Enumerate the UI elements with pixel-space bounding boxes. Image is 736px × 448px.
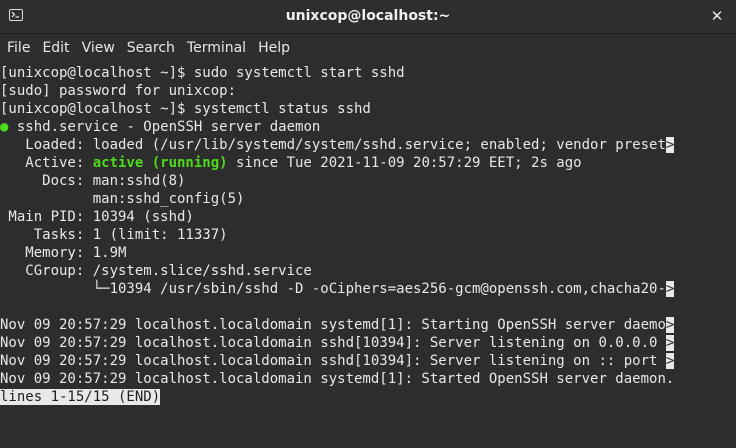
terminal-line: ● sshd.service - OpenSSH server daemon xyxy=(0,118,720,136)
menu-view[interactable]: View xyxy=(76,34,121,63)
menu-search[interactable]: Search xyxy=(121,34,181,63)
truncation-marker: > xyxy=(665,353,675,369)
line-text: Main PID: 10394 (sshd) xyxy=(0,209,194,225)
terminal-line: Tasks: 1 (limit: 11337) xyxy=(0,226,720,244)
line-text: since Tue 2021-11-09 20:57:29 EET; 2s ag… xyxy=(227,155,582,171)
line-prefix: Active: xyxy=(0,155,93,171)
terminal-line: Nov 09 20:57:29 localhost.localdomain ss… xyxy=(0,352,720,370)
line-text: [unixcop@localhost ~]$ systemctl status … xyxy=(0,101,371,117)
truncation-marker: > xyxy=(665,335,675,351)
terminal-line: Docs: man:sshd(8) xyxy=(0,172,720,190)
terminal-line: [sudo] password for unixcop: xyxy=(0,82,720,100)
line-text: sshd.service - OpenSSH server daemon xyxy=(8,119,321,135)
pager-status: lines 1-15/15 (END) xyxy=(0,389,161,405)
terminal-line: Nov 09 20:57:29 localhost.localdomain sy… xyxy=(0,316,720,334)
terminal-line: [unixcop@localhost ~]$ sudo systemctl st… xyxy=(0,64,720,82)
menu-terminal[interactable]: Terminal xyxy=(181,34,252,63)
terminal-line: └─10394 /usr/sbin/sshd -D -oCiphers=aes2… xyxy=(0,280,720,298)
close-icon[interactable]: ✕ xyxy=(708,7,726,25)
line-text: Nov 09 20:57:29 localhost.localdomain sy… xyxy=(0,371,675,387)
window-title: unixcop@localhost:~ xyxy=(285,8,451,24)
terminal-line: CGroup: /system.slice/sshd.service xyxy=(0,262,720,280)
menu-file[interactable]: File xyxy=(0,34,36,63)
terminal-output[interactable]: [unixcop@localhost ~]$ sudo systemctl st… xyxy=(0,63,720,448)
terminal-line: Active: active (running) since Tue 2021-… xyxy=(0,154,720,172)
line-text: Nov 09 20:57:29 localhost.localdomain ss… xyxy=(0,353,666,369)
pager-line: lines 1-15/15 (END) xyxy=(0,388,720,406)
line-text: [unixcop@localhost ~]$ sudo systemctl st… xyxy=(0,65,405,81)
line-text: Docs: man:sshd(8) xyxy=(0,173,186,189)
terminal-window: unixcop@localhost:~ ✕ File Edit View Sea… xyxy=(0,0,736,448)
line-text: Nov 09 20:57:29 localhost.localdomain sy… xyxy=(0,317,666,333)
terminal-line: [unixcop@localhost ~]$ systemctl status … xyxy=(0,100,720,118)
line-text: Tasks: 1 (limit: 11337) xyxy=(0,227,228,243)
terminal-line: Memory: 1.9M xyxy=(0,244,720,262)
terminal-line: Nov 09 20:57:29 localhost.localdomain ss… xyxy=(0,334,720,352)
terminal-line: Loaded: loaded (/usr/lib/systemd/system/… xyxy=(0,136,720,154)
truncation-marker: > xyxy=(665,281,675,297)
scrollbar[interactable] xyxy=(720,63,736,447)
line-text: Loaded: loaded (/usr/lib/systemd/system/… xyxy=(0,137,666,153)
truncation-marker: > xyxy=(665,137,675,153)
line-text: [sudo] password for unixcop: xyxy=(0,83,237,99)
terminal-line: Nov 09 20:57:29 localhost.localdomain sy… xyxy=(0,370,720,388)
terminal-line: Main PID: 10394 (sshd) xyxy=(0,208,720,226)
terminal-line: man:sshd_config(5) xyxy=(0,190,720,208)
line-text: └─10394 /usr/sbin/sshd -D -oCiphers=aes2… xyxy=(0,281,666,297)
menu-edit[interactable]: Edit xyxy=(36,34,75,63)
line-text: Memory: 1.9M xyxy=(0,245,127,261)
title-bar[interactable]: unixcop@localhost:~ ✕ xyxy=(0,0,736,34)
line-text: Nov 09 20:57:29 localhost.localdomain ss… xyxy=(0,335,666,351)
active-status: active (running) xyxy=(92,155,228,171)
truncation-marker: > xyxy=(665,317,675,333)
menu-bar: File Edit View Search Terminal Help xyxy=(0,34,736,63)
line-text: CGroup: /system.slice/sshd.service xyxy=(0,263,312,279)
menu-help[interactable]: Help xyxy=(252,34,296,63)
line-text: man:sshd_config(5) xyxy=(0,191,245,207)
